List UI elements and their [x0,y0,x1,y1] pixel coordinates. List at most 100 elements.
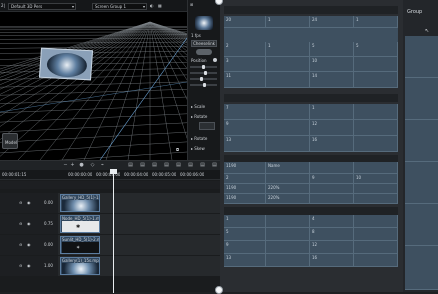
grid-cell[interactable]: 9 [224,241,266,254]
position-w-slider[interactable] [190,84,217,86]
grid-cell[interactable] [266,215,310,228]
group-select[interactable]: Screen Group 1 ▾ [92,3,147,10]
grid-cell[interactable] [354,254,398,267]
track-row[interactable]: ⊖ ◉ 0.00 Gallery_HD_5(1)-1.mp4 [0,193,220,213]
group-cell[interactable] [405,162,438,204]
grid-cell[interactable] [310,162,354,174]
grid-cell[interactable]: 220% [266,194,310,204]
rotate2-row[interactable]: ▸ Rotate [191,136,217,142]
grid-cell[interactable]: 4 [310,215,354,228]
grid-cell[interactable]: 1190 [224,162,266,174]
position-x-slider[interactable] [190,66,217,68]
group-cell[interactable] [405,204,438,246]
grid-cell[interactable]: 1 [224,215,266,228]
zoom-out-icon[interactable]: − [63,163,68,168]
screen-panel-3[interactable]: 1190 Name 2 9 10 1190 220% 1190 220% [224,162,398,204]
grid-cell[interactable] [266,228,310,241]
marker-icon[interactable]: ▤ [188,163,193,168]
track-opacity[interactable]: 0.75 [44,221,53,226]
grid-cell[interactable]: 220% [266,184,310,194]
toggle-switch[interactable] [196,49,212,55]
grid-cell[interactable]: 9 [310,174,354,184]
position-y-slider[interactable] [190,72,217,74]
zoom-in-icon[interactable]: + [70,163,75,168]
grid-cell[interactable] [266,57,310,72]
grid-cell[interactable]: 1190 [224,194,266,204]
track-row[interactable]: ⊖ ◉ 0.75 Node_HD_5(1)-1.mp4 ✱ [0,214,220,234]
grid-cell[interactable]: 13 [224,254,266,267]
slider-knob[interactable] [203,83,206,87]
grid-cell[interactable]: 1 [266,42,310,57]
grid-cell[interactable] [354,136,398,152]
grid-cell[interactable]: 8 [310,228,354,241]
grid-cell[interactable]: 7 [224,104,266,120]
grid-cell[interactable] [266,72,310,88]
video-clip[interactable]: Gallery_HD_5(1)-1.mp4 [60,194,100,212]
grid-cell[interactable] [354,184,398,194]
grid-cell[interactable] [354,194,398,204]
rotate-row[interactable]: ▸ Rotate [191,114,217,120]
skew-row[interactable]: ▸ Skew [191,146,217,152]
eye-icon[interactable]: ◉ [27,200,31,205]
group-cell[interactable] [405,36,438,78]
position-z-slider[interactable] [190,78,217,80]
track-row[interactable]: ⊖ ◉ 0.00 Sunlit_HD_5(1)-2.mp4 ✶ [0,235,220,255]
grid-cell[interactable]: 10 [354,174,398,184]
grid-cell[interactable]: 2 [224,174,266,184]
grid-cell[interactable]: 12 [310,241,354,254]
grid-cell[interactable]: 5 [354,42,398,57]
grid-cell[interactable]: 1190 [224,184,266,194]
grid-cell[interactable]: 20 [224,16,266,28]
slider-knob[interactable] [202,65,205,69]
grid-cell[interactable]: 2 [224,42,266,57]
grid-cell[interactable]: 10 [310,57,354,72]
marker-icon[interactable]: ▤ [212,163,217,168]
track-opacity[interactable]: 1.00 [44,263,53,268]
grid-cell[interactable] [310,194,354,204]
model-button[interactable]: Model [2,133,18,149]
grid-cell[interactable] [354,57,398,72]
grid-cell[interactable]: 12 [310,120,354,136]
camera-icon[interactable]: ◘ [176,147,179,152]
marker-icon[interactable]: ▤ [176,163,181,168]
video-clip[interactable]: Gallery(1)_15s.mp4 [60,257,100,275]
grid-cell[interactable]: 16 [310,136,354,152]
link-icon[interactable]: ⌁ [100,163,105,168]
screen-surface[interactable] [39,48,93,81]
lock-icon[interactable]: ⊖ [19,242,22,247]
grid-cell[interactable]: 14 [310,72,354,88]
lock-icon[interactable]: ⊖ [19,221,22,226]
screen-panel-2[interactable]: 7 1 9 12 13 16 [224,104,398,152]
lock-icon[interactable]: ⊖ [19,200,22,205]
grid-cell[interactable] [354,215,398,228]
grid-cell[interactable] [354,228,398,241]
grid-cell[interactable]: 1 [310,104,354,120]
screen-panel-4[interactable]: 1 4 5 8 9 12 13 16 [224,215,398,267]
resize-handle-bottom[interactable] [215,286,223,294]
video-clip[interactable]: Node_HD_5(1)-1.mp4 ✱ [60,215,100,233]
grid-cell[interactable]: Name [266,162,310,174]
marker-icon[interactable]: ▤ [140,163,145,168]
grid-cell[interactable] [310,184,354,194]
grid-cell[interactable] [354,162,398,174]
3d-viewport[interactable]: 2| Default 3D Pers ▾ Screen Group 1 ▾ ◐ … [0,0,187,160]
grid-cell[interactable] [266,254,310,267]
slider-knob[interactable] [204,71,207,75]
grid-cell[interactable]: 16 [310,254,354,267]
cheeselink-button[interactable]: Cheeselink [191,40,217,47]
group-cell[interactable] [405,78,438,120]
scale-row[interactable]: ▸ Scale [191,104,217,110]
grid-cell[interactable]: 24 [310,16,354,28]
eye-icon[interactable]: ◉ [27,263,31,268]
grid-cell[interactable]: 9 [224,120,266,136]
playhead-handle[interactable] [110,169,117,174]
grid-cell[interactable]: 1 [266,16,310,28]
slider-knob[interactable] [200,77,203,81]
grid-cell[interactable] [354,241,398,254]
grid-cell[interactable]: 13 [224,136,266,152]
track-row[interactable]: ⊖ ◉ 1.00 Gallery(1)_15s.mp4 [0,256,220,276]
grid-cell[interactable] [266,104,310,120]
group-cell[interactable] [405,120,438,162]
camera-select[interactable]: Default 3D Pers ▾ [8,3,76,10]
marker-icon[interactable]: ▤ [200,163,205,168]
